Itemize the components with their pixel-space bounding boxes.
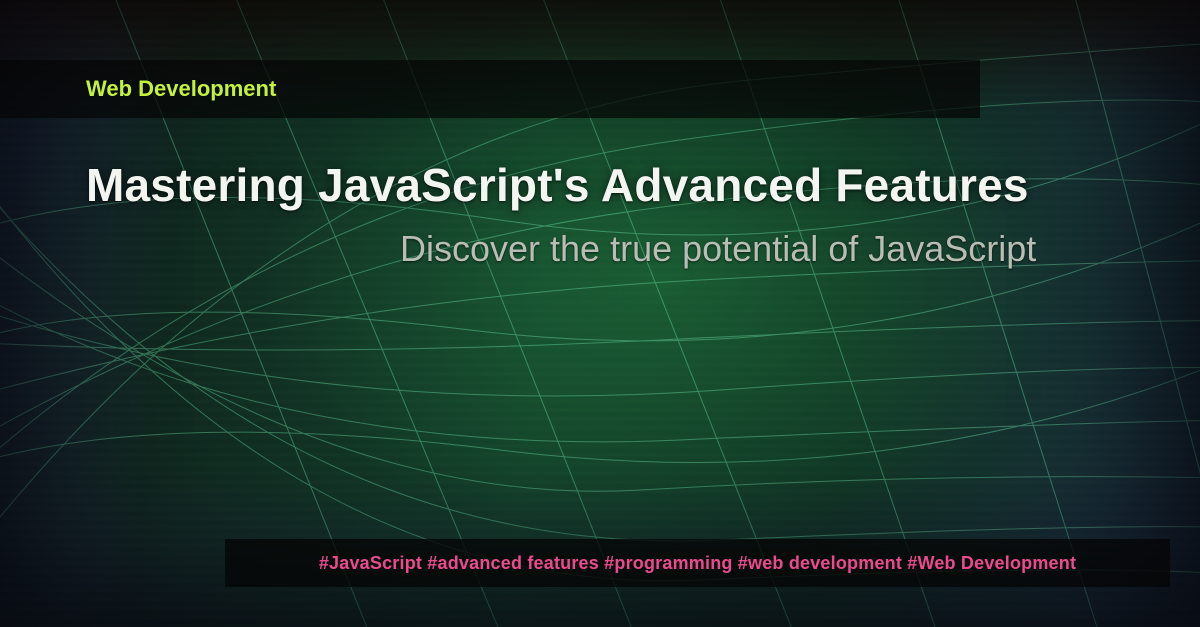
category-label: Web Development — [86, 76, 276, 102]
category-bar: Web Development — [0, 60, 980, 118]
content-layer: Web Development Mastering JavaScript's A… — [0, 0, 1200, 627]
tags-bar: #JavaScript #advanced features #programm… — [225, 539, 1170, 587]
page-subtitle: Discover the true potential of JavaScrip… — [400, 228, 1036, 270]
page-title: Mastering JavaScript's Advanced Features — [86, 158, 1029, 212]
tags-text: #JavaScript #advanced features #programm… — [319, 553, 1076, 574]
